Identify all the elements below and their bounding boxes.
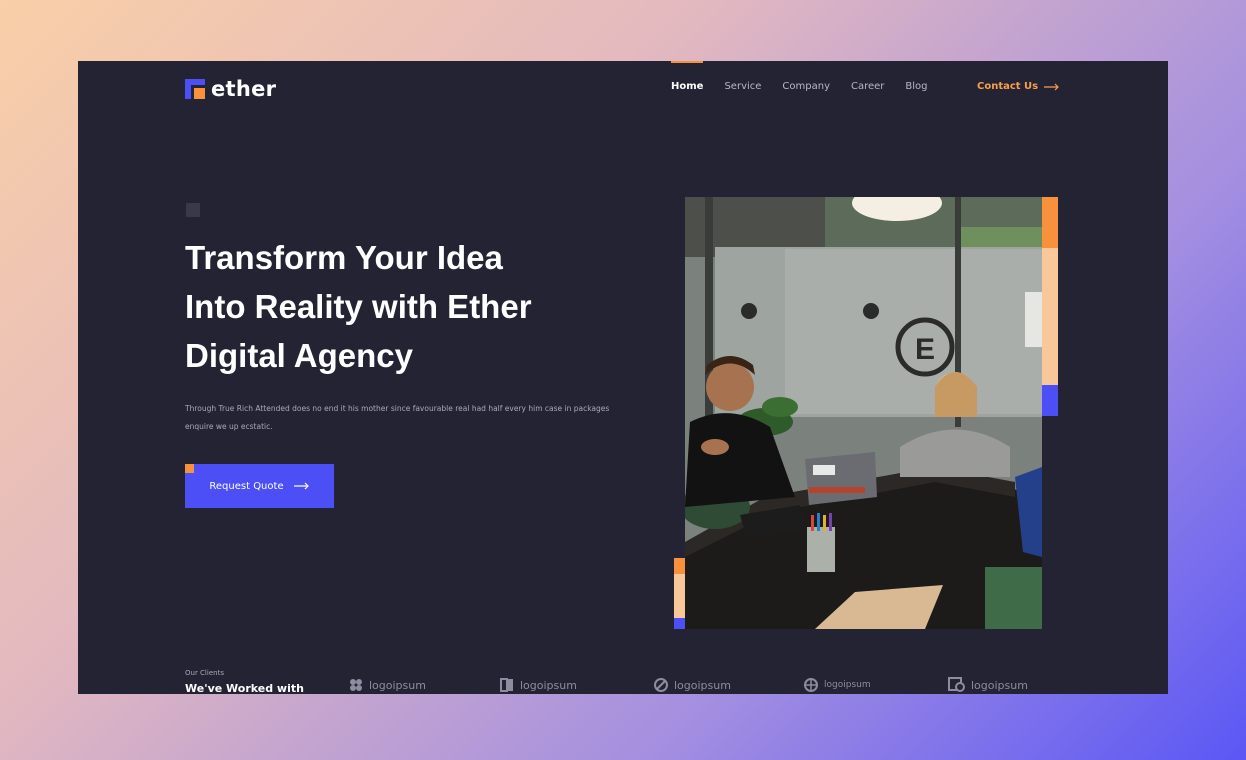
- main-nav: Home Service Company Career Blog: [671, 61, 928, 92]
- client-logo-text: logoipsum: [824, 680, 871, 690]
- accent-bar-orange: [1042, 197, 1058, 248]
- contact-us-label: Contact Us: [977, 81, 1039, 92]
- logo-mark-icon: [804, 678, 818, 692]
- accent-bar-left-orange: [674, 558, 685, 574]
- arrow-right-icon: [1044, 83, 1059, 90]
- decorative-square: [186, 203, 200, 217]
- brand-logo[interactable]: ether: [185, 77, 276, 101]
- request-quote-button[interactable]: Request Quote: [185, 464, 334, 508]
- client-logo-1: logoipsum: [348, 677, 426, 693]
- hero-title-line-1: Transform Your Idea: [185, 239, 503, 276]
- hero-subtitle: Through True Rich Attended does no end i…: [185, 404, 610, 431]
- hero-title-line-2: Into Reality with Ether: [185, 288, 532, 325]
- nav-item-company[interactable]: Company: [782, 81, 830, 92]
- hero-title: Transform Your Idea Into Reality with Et…: [185, 233, 605, 380]
- nav-item-career[interactable]: Career: [851, 81, 884, 92]
- logo-mark-icon: [654, 678, 668, 692]
- nav-item-home[interactable]: Home: [671, 61, 704, 92]
- website-frame: ether Home Service Company Career Blog C…: [78, 61, 1168, 694]
- hero-photo-meeting: E: [685, 197, 1042, 629]
- accent-bar-peach: [1042, 248, 1058, 385]
- request-quote-label: Request Quote: [209, 480, 284, 492]
- client-logo-text: logoipsum: [971, 678, 1028, 692]
- clients-eyebrow: Our Clients: [185, 669, 224, 677]
- clients-heading: We've Worked with: [185, 682, 304, 694]
- logo-mark-icon: [500, 678, 513, 692]
- svg-text:E: E: [915, 333, 935, 366]
- logo-mark-icon: [185, 79, 205, 99]
- accent-bar-left-blue: [674, 618, 685, 629]
- nav-item-service[interactable]: Service: [724, 81, 761, 92]
- accent-bar-blue: [1042, 385, 1058, 416]
- brand-name: ether: [211, 77, 277, 101]
- nav-item-blog[interactable]: Blog: [905, 81, 927, 92]
- hero-title-line-3: Digital Agency: [185, 337, 413, 374]
- arrow-right-icon: [293, 482, 309, 490]
- client-logo-4: logoipsum: [803, 677, 871, 693]
- client-logo-text: logoipsum: [520, 678, 577, 692]
- client-logo-5: logoipsum: [948, 677, 1028, 693]
- button-corner-accent: [185, 464, 194, 473]
- client-logo-text: logoipsum: [369, 678, 426, 692]
- logo-mark-icon: [350, 679, 362, 691]
- client-logo-2: logoipsum: [499, 677, 577, 693]
- logo-mark-icon: [948, 677, 965, 692]
- client-logo-3: logoipsum: [653, 677, 731, 693]
- client-logo-text: logoipsum: [674, 678, 731, 692]
- contact-us-link[interactable]: Contact Us: [977, 81, 1060, 92]
